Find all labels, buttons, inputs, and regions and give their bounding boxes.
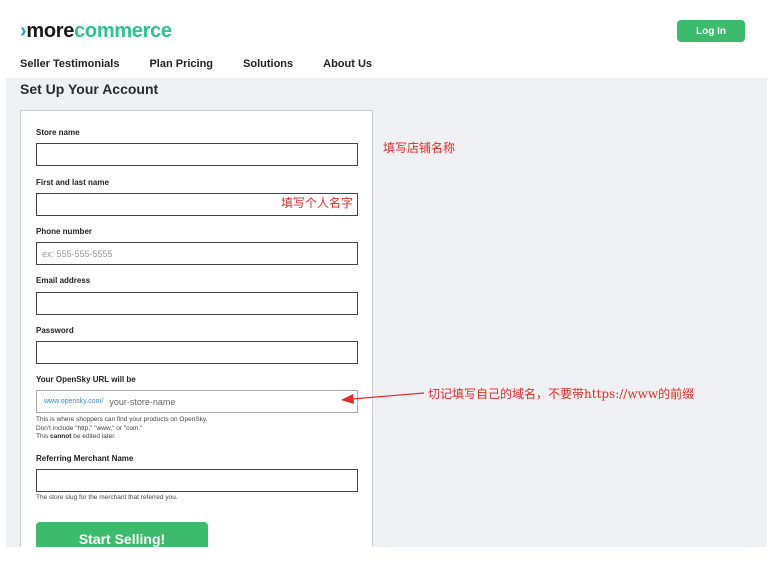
phone-input[interactable] (36, 242, 358, 265)
login-button[interactable]: Log In (677, 20, 745, 42)
logo-word-commerce: commerce (74, 20, 172, 42)
top-header: ›morecommerce Log In Seller Testimonials… (0, 0, 777, 78)
store-url-field: www.opensky.com/ (36, 390, 358, 413)
url-help-3a: This (36, 433, 51, 440)
nav-seller-testimonials[interactable]: Seller Testimonials (20, 57, 119, 71)
url-prefix: www.opensky.com/ (44, 398, 104, 405)
nav-about-us[interactable]: About Us (323, 57, 372, 71)
referring-merchant-input[interactable] (36, 469, 358, 492)
url-help-3c: be edited later. (71, 433, 116, 440)
store-name-label: Store name (36, 128, 80, 137)
url-help-3b: cannot (50, 433, 72, 440)
bottom-clip (0, 547, 777, 566)
name-label: First and last name (36, 178, 109, 187)
annotation-store-name: 填写店铺名称 (383, 141, 456, 155)
password-input[interactable] (36, 341, 358, 364)
email-input[interactable] (36, 292, 358, 315)
merchant-help-text: The store slug for the merchant that ref… (36, 494, 178, 501)
annotation-personal-name: 填写个人名字 (281, 196, 354, 210)
annotation-arrow-icon (341, 392, 425, 404)
logo-word-more: more (26, 20, 75, 42)
nav-solutions[interactable]: Solutions (243, 57, 293, 71)
url-help-line-2: Don't include "http," "www," or "com." (36, 424, 143, 432)
store-name-input[interactable] (36, 143, 358, 166)
url-help-line-3: This cannot be edited later. (36, 433, 208, 442)
phone-label: Phone number (36, 227, 93, 236)
annotation-domain: 切记填写自己的域名，不要带https://www的前缀 (428, 387, 695, 401)
password-label: Password (36, 326, 74, 335)
morecommerce-logo[interactable]: ›morecommerce (20, 19, 172, 43)
nav-plan-pricing[interactable]: Plan Pricing (149, 57, 213, 71)
page-title: Set Up Your Account (20, 81, 159, 97)
email-label: Email address (36, 276, 91, 285)
merchant-label: Referring Merchant Name (36, 454, 134, 463)
url-help-line-1: This is where shoppers can find your pro… (36, 416, 208, 423)
url-help-text: This is where shoppers can find your pro… (36, 416, 208, 442)
url-label: Your OpenSky URL will be (36, 375, 136, 384)
main-nav: Seller Testimonials Plan Pricing Solutio… (20, 57, 402, 71)
store-url-input[interactable] (109, 396, 260, 407)
